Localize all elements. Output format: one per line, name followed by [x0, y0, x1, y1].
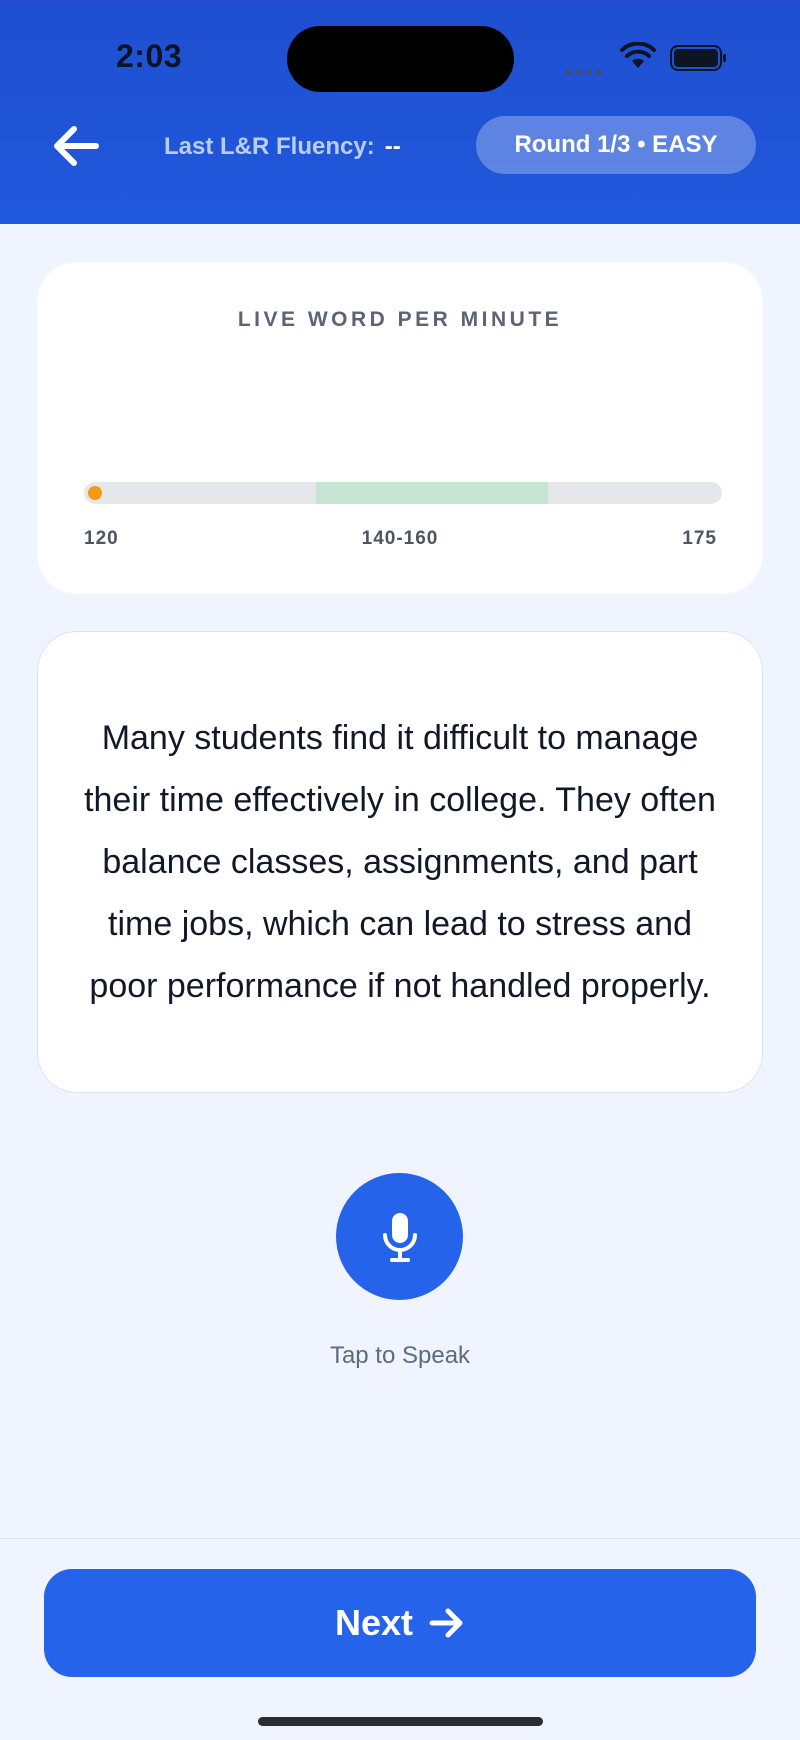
wpm-title: LIVE WORD PER MINUTE	[237, 308, 563, 331]
status-time: 2:03	[116, 38, 183, 74]
wpm-target-label: 140-160	[361, 528, 439, 549]
microphone-icon	[382, 1212, 417, 1262]
wifi-icon	[620, 42, 656, 68]
home-indicator	[258, 1717, 543, 1726]
wpm-meter-card: LIVE WORD PER MINUTE 120 140-160 175	[37, 262, 763, 594]
tap-to-speak-label: Tap to Speak	[329, 1342, 471, 1369]
wpm-track	[84, 482, 722, 504]
last-fluency: Last L&R Fluency: --	[164, 133, 401, 161]
wpm-max-label: 175	[682, 528, 717, 549]
passage-text: Many students find it difficult to manag…	[84, 719, 716, 1005]
arrow-left-icon	[54, 126, 99, 166]
wpm-indicator-dot	[88, 486, 102, 500]
footer-divider	[0, 1538, 800, 1539]
next-button-label: Next	[334, 1602, 414, 1643]
arrow-right-icon	[429, 1608, 463, 1638]
dynamic-island	[287, 26, 514, 92]
cellular-signal-icon	[566, 62, 606, 80]
last-fluency-value: --	[384, 133, 401, 160]
back-button[interactable]	[48, 118, 104, 174]
round-badge: Round 1/3 • EASY	[476, 116, 756, 174]
last-fluency-label: Last L&R Fluency:	[164, 133, 375, 160]
next-button[interactable]: Next	[44, 1569, 756, 1677]
battery-icon	[670, 45, 726, 71]
microphone-button[interactable]	[336, 1173, 463, 1300]
wpm-target-zone	[316, 482, 548, 504]
header-bar: 2:03 Last L&R Fluency: -- Round 1/3 • EAS…	[0, 0, 800, 224]
passage-card: Many students find it difficult to manag…	[37, 631, 763, 1093]
